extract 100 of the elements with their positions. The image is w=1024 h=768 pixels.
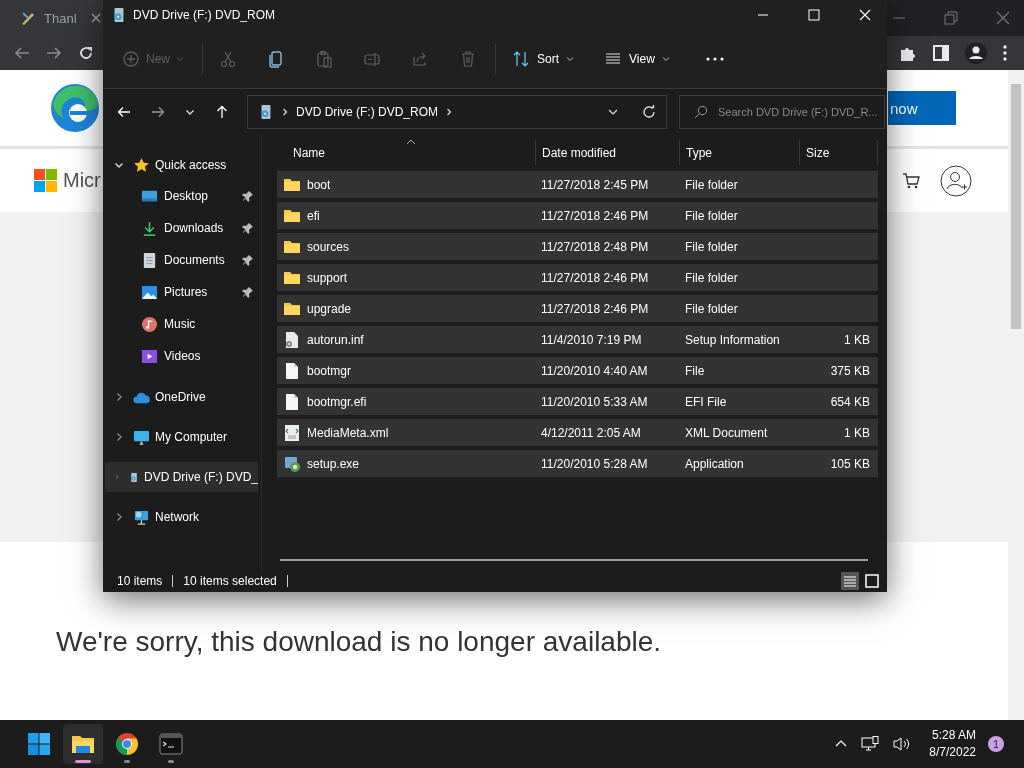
browser-tab[interactable]: Thanl xyxy=(0,0,104,36)
cart-icon[interactable] xyxy=(902,172,920,189)
star-icon xyxy=(133,156,150,174)
chevron-right-icon[interactable] xyxy=(445,108,453,116)
side-panel-icon[interactable] xyxy=(933,45,949,61)
breadcrumb[interactable]: DVD Drive (F:) DVD_ROM xyxy=(296,105,438,119)
clock-time[interactable]: 5:28 AM xyxy=(931,727,976,744)
forward-icon[interactable] xyxy=(46,45,62,61)
pin-icon[interactable] xyxy=(242,286,254,298)
date-cell-text: 11/27/2018 2:46 PM xyxy=(540,270,650,285)
nav-item[interactable]: My Computer xyxy=(105,422,258,452)
maximize-icon[interactable] xyxy=(808,9,820,21)
caret-icon xyxy=(176,55,184,63)
file-name: bootmgr xyxy=(307,363,352,378)
nav-item[interactable]: Music xyxy=(105,308,258,340)
running-indicator xyxy=(75,760,91,763)
unavailable-message: We're sorry, this download is no longer available. xyxy=(56,626,662,657)
tiles-view-icon[interactable] xyxy=(863,572,881,590)
search-icon xyxy=(694,105,708,119)
column-header[interactable]: Size xyxy=(799,140,878,165)
horizontal-scrollbar[interactable] xyxy=(280,559,868,561)
profile-icon[interactable] xyxy=(965,42,987,64)
pin-icon[interactable] xyxy=(242,222,254,234)
file-name: boot xyxy=(307,177,331,192)
type-cell-text: File folder xyxy=(684,208,739,223)
forward-icon[interactable] xyxy=(151,105,165,119)
file-name: support xyxy=(307,270,348,285)
type-cell-text: File folder xyxy=(684,301,739,316)
size-cell: 105 KB xyxy=(830,456,870,471)
brand-name: Micr xyxy=(63,169,101,192)
windows-logo-icon xyxy=(27,732,51,756)
clock-date[interactable]: 8/7/2022 xyxy=(929,744,976,761)
chevron-icon[interactable] xyxy=(114,160,124,170)
date-cell-text: 4/12/2011 2:05 AM xyxy=(540,425,642,440)
network-icon[interactable] xyxy=(861,736,880,752)
file-row[interactable]: autorun.inf 11/4/2010 7:19 PM Setup Information 1 KB xyxy=(277,326,878,353)
file-row[interactable]: efi 11/27/2018 2:46 PM File folder xyxy=(277,202,878,229)
more-icon[interactable] xyxy=(1003,45,1007,61)
nav-item[interactable]: Network xyxy=(105,502,258,532)
code-file-icon xyxy=(283,423,301,442)
chevron-down-icon[interactable] xyxy=(185,107,195,117)
refresh-icon[interactable] xyxy=(642,105,656,119)
nav-item[interactable]: Desktop xyxy=(105,180,258,212)
file-row[interactable]: setup.exe 11/20/2010 5:28 AM Application 105 KB xyxy=(277,450,878,477)
sort-button[interactable]: Sort xyxy=(512,50,575,68)
file-row[interactable]: bootmgr.efi 11/20/2010 5:33 AM EFI File 654 KB xyxy=(277,388,878,415)
date-cell-text: 11/20/2010 5:28 AM xyxy=(540,456,649,471)
chevron-right-icon[interactable] xyxy=(281,108,289,116)
notification-badge[interactable]: 1 xyxy=(988,736,1004,752)
file-name: efi xyxy=(307,208,320,223)
pin-icon[interactable] xyxy=(242,254,254,266)
file-row[interactable]: MediaMeta.xml 4/12/2011 2:05 AM XML Document 1 KB xyxy=(277,419,878,446)
nav-item[interactable]: Pictures xyxy=(105,276,258,308)
column-header[interactable]: Date modified xyxy=(535,140,679,165)
nav-item[interactable]: DVD Drive (F:) DVD_ xyxy=(105,462,258,492)
window-title: DVD Drive (F:) DVD_ROM xyxy=(133,8,275,22)
download-button[interactable]: now xyxy=(888,91,956,125)
file-icon xyxy=(283,361,301,380)
scrollbar[interactable] xyxy=(1008,70,1024,720)
taskbar-app[interactable] xyxy=(63,724,103,764)
browser-logo-icon xyxy=(50,83,100,133)
file-row[interactable]: boot 11/27/2018 2:45 PM File folder xyxy=(277,171,878,198)
file-name: autorun.inf xyxy=(307,332,364,347)
network-icon xyxy=(133,508,150,526)
pin-icon[interactable] xyxy=(242,190,254,202)
program-icon xyxy=(283,454,301,473)
account-icon[interactable] xyxy=(940,164,972,197)
file-row[interactable]: support 11/27/2018 2:46 PM File folder xyxy=(277,264,878,291)
reload-icon[interactable] xyxy=(78,45,94,61)
back-icon[interactable] xyxy=(117,105,131,119)
sort-icon xyxy=(512,50,530,68)
size-cell: 1 KB xyxy=(844,425,870,440)
view-button[interactable]: View xyxy=(604,50,670,68)
nav-item[interactable]: Videos xyxy=(105,340,258,372)
nav-item[interactable]: OneDrive xyxy=(105,382,258,412)
address-bar[interactable]: DVD Drive (F:) DVD_ROM xyxy=(247,95,667,129)
date-cell-text: 11/27/2018 2:45 PM xyxy=(540,177,650,192)
column-header[interactable]: Type xyxy=(679,140,799,165)
search-field[interactable]: Search DVD Drive (F:) DVD_R... xyxy=(679,95,885,129)
file-name: setup.exe xyxy=(307,456,360,471)
size-cell: 375 KB xyxy=(830,363,870,378)
copy-icon[interactable] xyxy=(267,50,285,68)
file-row[interactable]: upgrade 11/27/2018 2:46 PM File folder xyxy=(277,295,878,322)
terminal-icon xyxy=(159,732,183,756)
nav-item[interactable]: Downloads xyxy=(105,212,258,244)
type-cell-text: Application xyxy=(684,456,745,471)
up-icon[interactable] xyxy=(215,105,229,119)
more-icon[interactable] xyxy=(705,57,724,61)
file-name: MediaMeta.xml xyxy=(307,425,389,440)
file-row[interactable]: sources 11/27/2018 2:48 PM File folder xyxy=(277,233,878,260)
type-cell-text: EFI File xyxy=(684,394,728,409)
restore-icon[interactable] xyxy=(944,11,958,25)
file-row[interactable]: bootmgr 11/20/2010 4:40 AM File 375 KB xyxy=(277,357,878,384)
nav-item[interactable]: Documents xyxy=(105,244,258,276)
nav-item[interactable]: Quick access xyxy=(105,150,258,180)
browser-icon xyxy=(115,732,139,756)
monitor-icon xyxy=(133,428,150,446)
column-header[interactable]: Name xyxy=(277,140,535,165)
date-cell-text: 11/27/2018 2:48 PM xyxy=(540,239,650,254)
volume-icon[interactable] xyxy=(893,736,912,752)
